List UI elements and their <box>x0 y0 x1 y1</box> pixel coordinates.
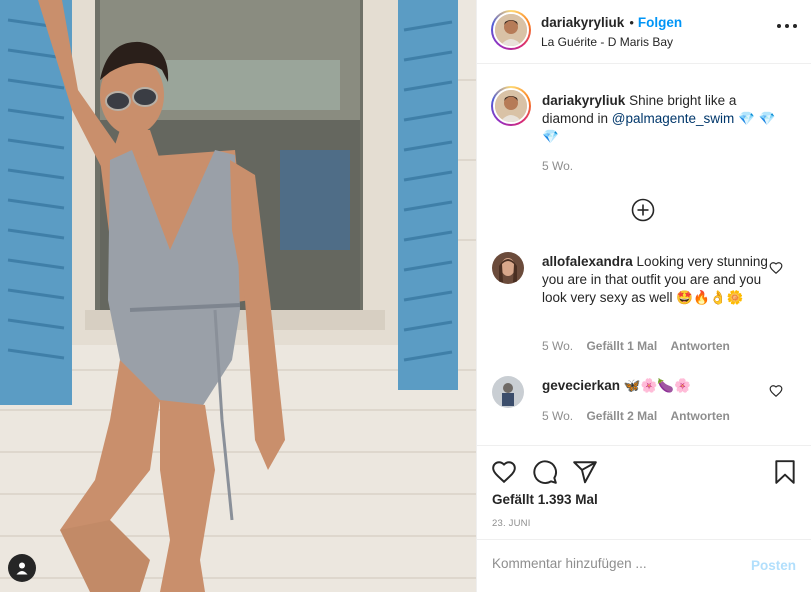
comment-meta: 5 Wo. Gefällt 2 Mal Antworten <box>542 409 730 423</box>
comment-username[interactable]: allofalexandra <box>542 254 633 269</box>
post-photo[interactable] <box>0 0 476 592</box>
share-icon[interactable] <box>572 459 598 485</box>
comment-meta: 5 Wo. Gefällt 1 Mal Antworten <box>542 339 730 353</box>
post-actions: Gefällt 1.393 Mal 23. JUNI <box>477 445 811 538</box>
caption-mention[interactable]: @palmagente_swim <box>612 111 735 126</box>
reply-button[interactable]: Antworten <box>671 339 730 353</box>
comment-composer: Posten <box>477 539 811 592</box>
comment-heart-icon[interactable] <box>769 384 783 398</box>
post-location[interactable]: La Guérite - D Maris Bay <box>541 35 673 49</box>
caption-username[interactable]: dariakyryliuk <box>542 93 625 108</box>
comment-age[interactable]: 5 Wo. <box>542 339 573 353</box>
caption-avatar[interactable] <box>491 86 531 126</box>
comment-icon[interactable] <box>532 459 558 485</box>
post-image <box>0 0 476 592</box>
heart-icon[interactable] <box>491 459 517 485</box>
post-sidebar: dariakyryliuk • Folgen La Guérite - D Mari… <box>476 0 811 592</box>
comment-avatar[interactable] <box>492 376 524 408</box>
post-caption: dariakyryliuk Shine bright like a diamon… <box>542 92 787 146</box>
follow-button[interactable]: Folgen <box>638 15 682 30</box>
comment-heart-icon[interactable] <box>769 261 783 275</box>
comment-likes[interactable]: Gefällt 2 Mal <box>586 409 657 423</box>
user-tag-icon[interactable] <box>8 554 36 582</box>
reply-button[interactable]: Antworten <box>671 409 730 423</box>
comment-avatar[interactable] <box>492 252 524 284</box>
separator-dot: • <box>629 15 634 30</box>
comment-age[interactable]: 5 Wo. <box>542 409 573 423</box>
plus-circle-icon[interactable] <box>631 198 655 222</box>
post-header: dariakyryliuk • Folgen La Guérite - D Mari… <box>477 0 811 64</box>
post-date[interactable]: 23. JUNI <box>492 518 531 529</box>
bookmark-icon[interactable] <box>772 459 798 485</box>
author-username[interactable]: dariakyryliuk <box>541 15 624 30</box>
comment-input[interactable] <box>492 556 742 571</box>
likes-count[interactable]: Gefällt 1.393 Mal <box>492 492 598 507</box>
post-comment-button[interactable]: Posten <box>751 558 796 573</box>
more-options-icon[interactable] <box>777 24 797 30</box>
comment-content: 🦋🌸🍆🌸 <box>620 378 692 393</box>
comment-text: allofalexandra Looking very stunning you… <box>542 253 772 307</box>
comment-likes[interactable]: Gefällt 1 Mal <box>586 339 657 353</box>
comment-text: gevecierkan 🦋🌸🍆🌸 <box>542 377 772 395</box>
caption-age[interactable]: 5 Wo. <box>542 159 573 173</box>
comment-username[interactable]: gevecierkan <box>542 378 620 393</box>
author-avatar[interactable] <box>491 10 531 50</box>
